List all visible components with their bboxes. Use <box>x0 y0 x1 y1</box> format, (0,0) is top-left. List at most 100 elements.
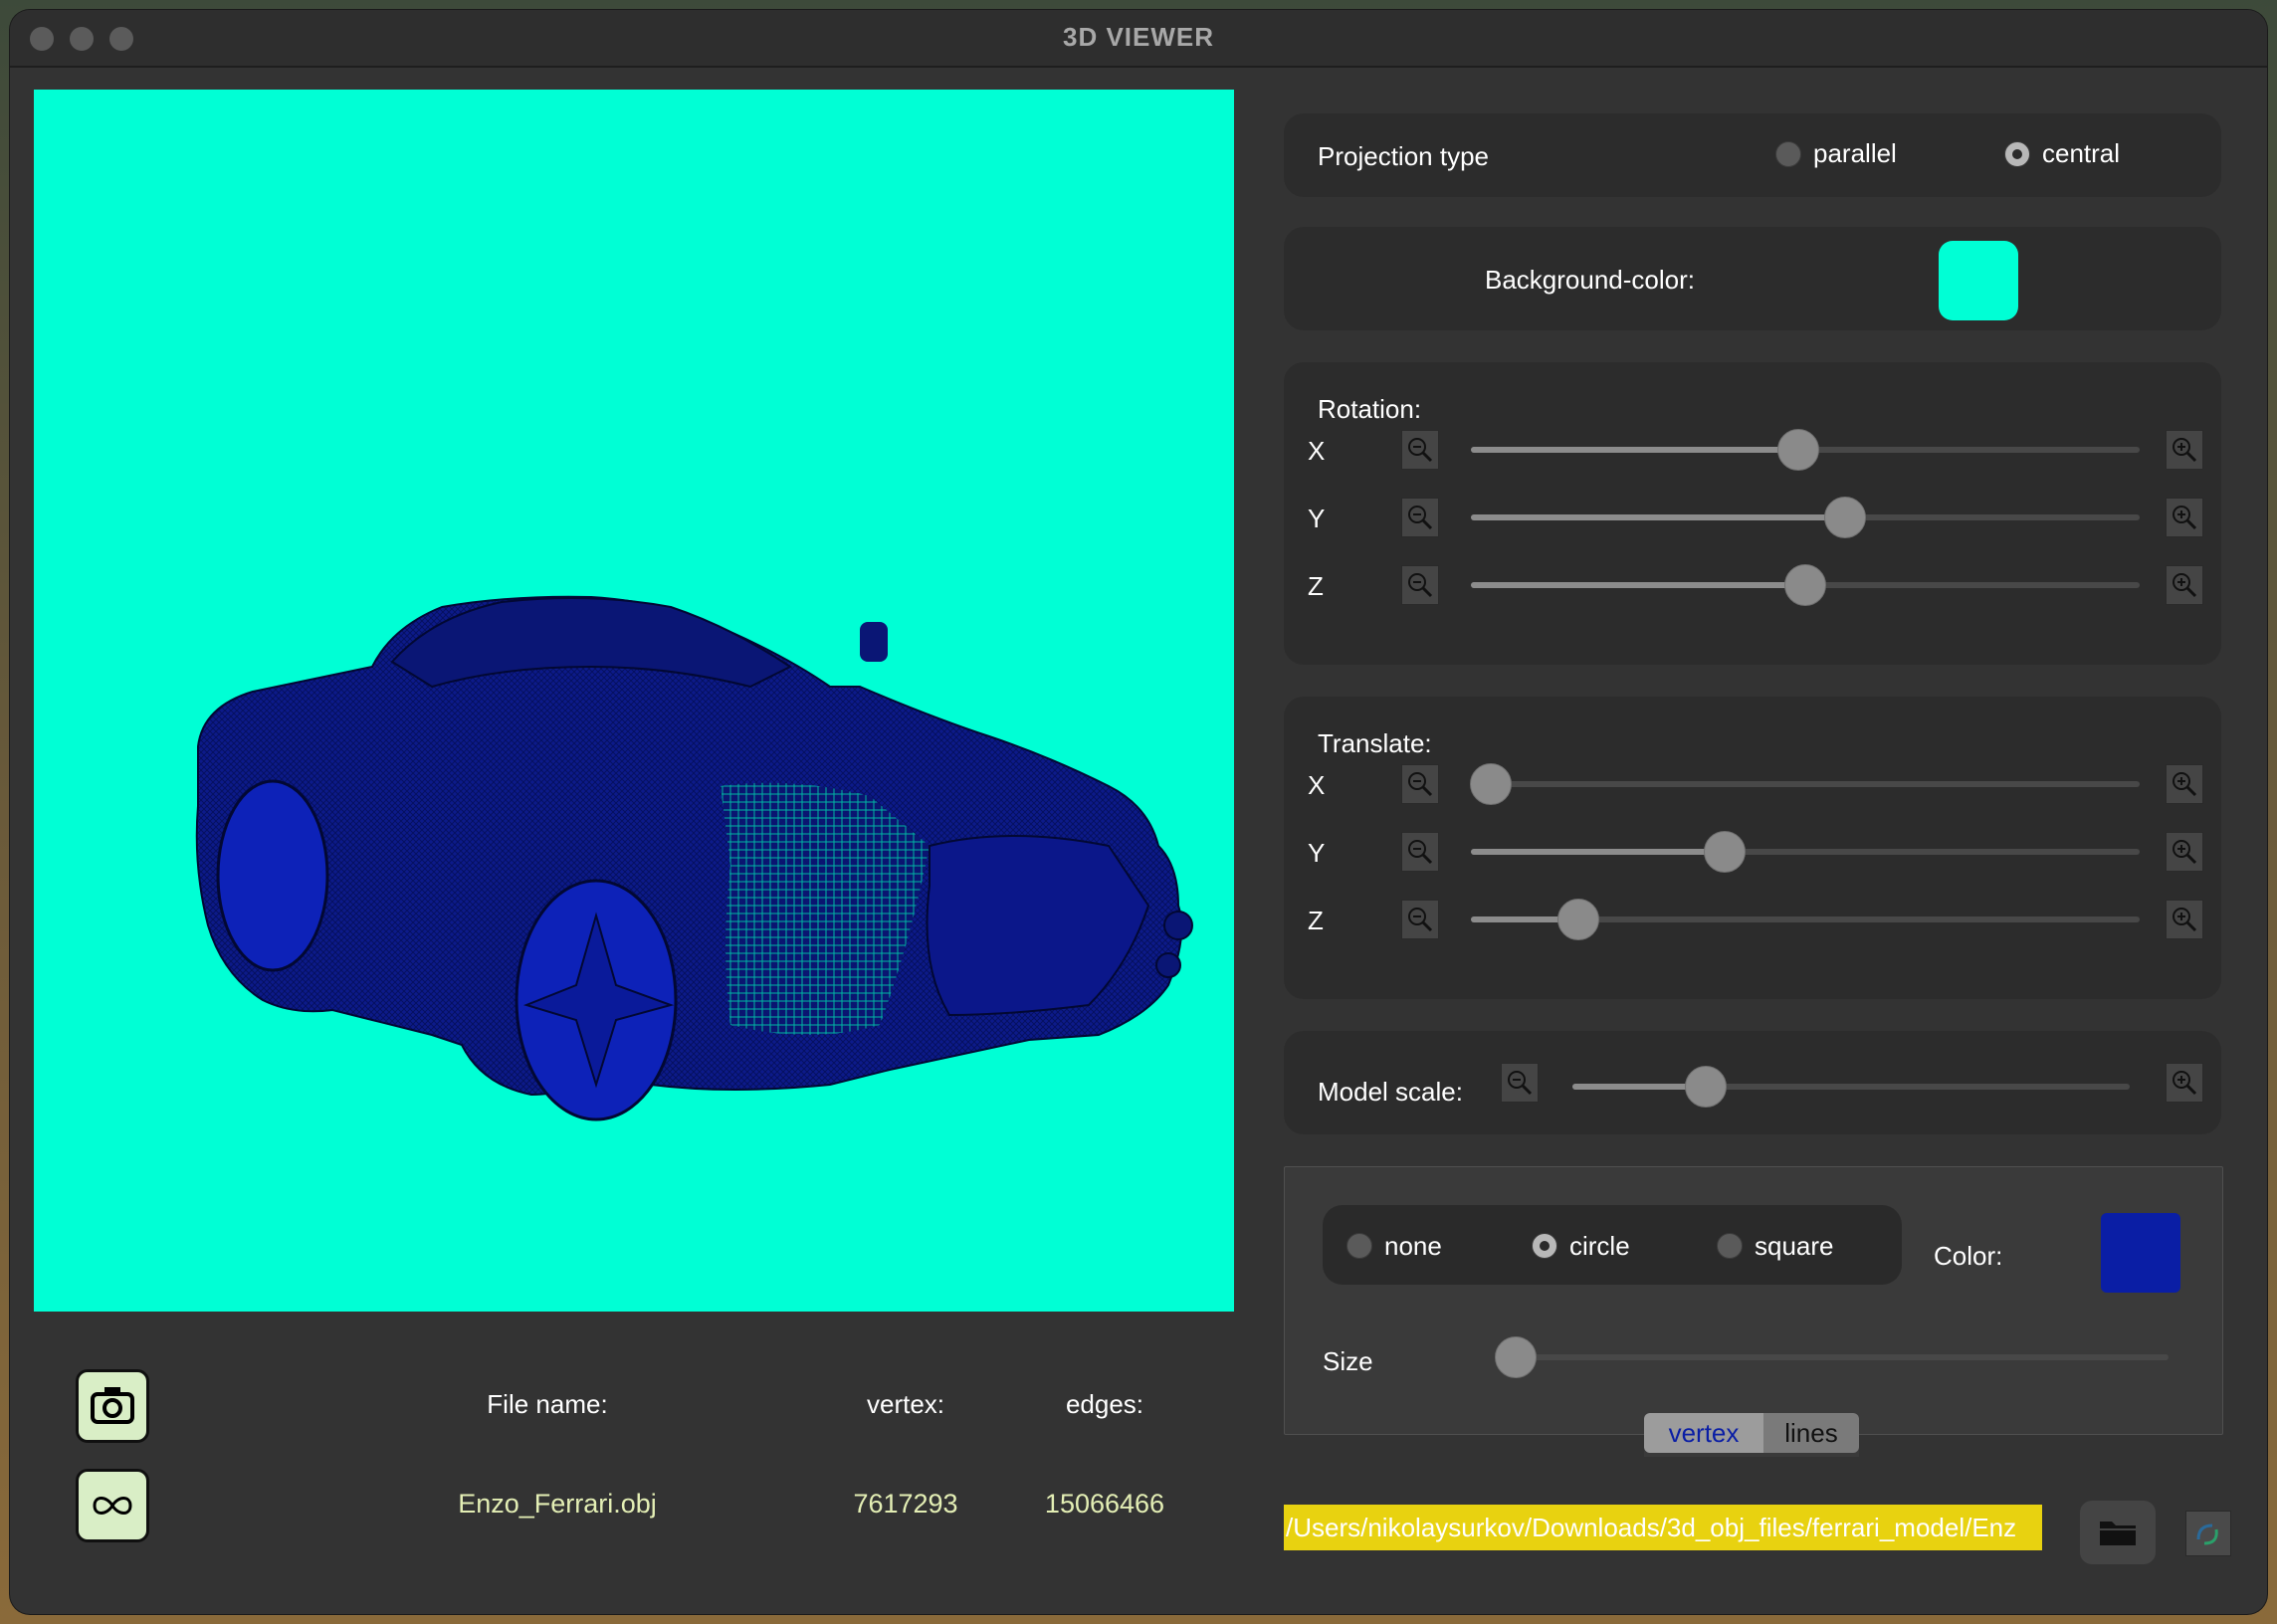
translate-y-increase-button[interactable] <box>2166 832 2203 872</box>
render-icon <box>2196 1523 2218 1545</box>
translate-x-slider[interactable] <box>1470 763 2140 805</box>
zoom-in-icon <box>2173 506 2197 530</box>
zoom-out-icon <box>1408 573 1433 598</box>
rotation-y-increase-button[interactable] <box>2166 498 2203 537</box>
render-button[interactable] <box>2185 1511 2231 1556</box>
edges-count-label: edges: <box>1065 1389 1144 1419</box>
zoom-out-icon <box>1408 506 1433 530</box>
translate-z-slider[interactable] <box>1471 899 2140 940</box>
rotation-x-slider[interactable] <box>1471 429 2140 471</box>
vertex-settings-panel: none circle square Color: Size <box>1284 1166 2223 1435</box>
vertex-count-label: vertex: <box>866 1389 945 1419</box>
translate-x-increase-button[interactable] <box>2166 764 2203 804</box>
scale-panel: Model scale: <box>1284 1031 2221 1134</box>
zoom-out-icon <box>1408 840 1433 865</box>
translate-z-label: Z <box>1308 906 1324 935</box>
vertex-none-label: none <box>1384 1231 1442 1261</box>
zoom-out-icon <box>1408 438 1433 463</box>
rotation-panel: Rotation: X Y Z <box>1284 362 2221 665</box>
scale-slider[interactable] <box>1572 1066 2130 1108</box>
rotation-z-increase-button[interactable] <box>2166 565 2203 605</box>
model-viewport[interactable] <box>34 90 1234 1312</box>
scale-increase-button[interactable] <box>2166 1063 2203 1103</box>
model-scale-label: Model scale: <box>1318 1077 1463 1107</box>
translate-x-decrease-button[interactable] <box>1401 764 1439 804</box>
rotation-y-slider[interactable] <box>1471 497 2140 538</box>
vertex-count-value: 7617293 <box>853 1489 958 1519</box>
open-file-button[interactable] <box>2080 1501 2156 1564</box>
rotation-x-decrease-button[interactable] <box>1401 430 1439 470</box>
zoom-in-icon <box>2173 772 2197 797</box>
file-path-text: /Users/nikolaysurkov/Downloads/3d_obj_fi… <box>1286 1513 2017 1542</box>
projection-label: Projection type <box>1318 141 1489 171</box>
rotation-z-decrease-button[interactable] <box>1401 565 1439 605</box>
background-color-label: Background-color: <box>1485 265 1695 295</box>
camera-icon <box>91 1387 134 1424</box>
zoom-in-icon <box>2173 840 2197 865</box>
vertex-size-label: Size <box>1323 1346 1373 1376</box>
zoom-in-icon <box>2173 908 2197 932</box>
scale-slider-handle[interactable] <box>1685 1066 1728 1108</box>
zoom-out-icon <box>1408 908 1433 932</box>
translate-z-decrease-button[interactable] <box>1401 900 1439 939</box>
vertex-size-slider[interactable] <box>1495 1336 2169 1378</box>
tab-lines[interactable]: lines <box>1763 1413 1859 1453</box>
gif-record-button[interactable] <box>76 1469 149 1542</box>
window-title: 3D VIEWER <box>1062 22 1215 52</box>
title-bar: 3D VIEWER <box>10 10 2267 68</box>
app-window: 3D VIEWER File name: vertex: edges: Enzo… <box>10 10 2267 1614</box>
translate-y-label: Y <box>1308 838 1326 868</box>
rotation-x-slider-handle[interactable] <box>1777 429 1820 471</box>
vertex-size-slider-handle[interactable] <box>1495 1336 1538 1378</box>
rotation-z-slider-handle[interactable] <box>1784 564 1826 606</box>
translate-y-decrease-button[interactable] <box>1401 832 1439 872</box>
rotation-x-label: X <box>1308 436 1326 466</box>
zoom-in-icon <box>2173 1071 2197 1096</box>
file-name-value: Enzo_Ferrari.obj <box>458 1489 657 1519</box>
vertex-square-label: square <box>1755 1231 1834 1261</box>
rotation-z-label: Z <box>1308 571 1324 601</box>
rotation-y-decrease-button[interactable] <box>1401 498 1439 537</box>
central-radio[interactable] <box>2004 141 2030 167</box>
infinity-icon <box>93 1497 132 1515</box>
tabs-bar: vertex lines <box>1644 1403 1859 1457</box>
translate-x-slider-handle[interactable] <box>1470 763 1513 805</box>
zoom-in-icon <box>2173 573 2197 598</box>
ferrari-wireframe-model <box>195 595 1193 1121</box>
parallel-label: parallel <box>1813 138 1897 168</box>
translate-panel: Translate: X Y Z <box>1284 697 2221 999</box>
translate-x-label: X <box>1308 770 1326 800</box>
central-label: central <box>2042 138 2121 168</box>
tab-vertex[interactable]: vertex <box>1644 1413 1763 1453</box>
parallel-radio[interactable] <box>1775 141 1801 167</box>
vertex-circle-radio[interactable] <box>1532 1233 1557 1259</box>
vertex-circle-label: circle <box>1569 1231 1630 1261</box>
rotation-label: Rotation: <box>1318 394 1422 424</box>
vertex-color-label: Color: <box>1934 1241 2003 1271</box>
background-color-swatch[interactable] <box>1939 241 2018 320</box>
vertex-square-radio[interactable] <box>1717 1233 1743 1259</box>
vertex-type-group: none circle square <box>1323 1205 1902 1285</box>
edges-count-value: 15066466 <box>1044 1489 1165 1519</box>
rotation-y-slider-handle[interactable] <box>1824 497 1867 538</box>
zoom-in-icon <box>2173 438 2197 463</box>
translate-y-slider[interactable] <box>1471 831 2140 873</box>
zoom-out-icon <box>1508 1071 1533 1096</box>
screenshot-button[interactable] <box>76 1369 149 1443</box>
file-path-field[interactable]: /Users/nikolaysurkov/Downloads/3d_obj_fi… <box>1284 1505 2042 1550</box>
translate-label: Translate: <box>1318 728 1432 758</box>
scale-decrease-button[interactable] <box>1501 1063 1539 1103</box>
vertex-color-swatch[interactable] <box>2101 1213 2180 1293</box>
rotation-y-label: Y <box>1308 504 1326 533</box>
folder-icon <box>2100 1522 2136 1545</box>
projection-panel: Projection type parallel central <box>1284 113 2221 197</box>
vertex-none-radio[interactable] <box>1346 1233 1372 1259</box>
rotation-z-slider[interactable] <box>1471 564 2140 606</box>
translate-z-slider-handle[interactable] <box>1556 899 1599 940</box>
background-color-panel: Background-color: <box>1284 227 2221 330</box>
rotation-x-increase-button[interactable] <box>2166 430 2203 470</box>
translate-y-slider-handle[interactable] <box>1704 831 1747 873</box>
zoom-out-icon <box>1408 772 1433 797</box>
file-name-label: File name: <box>487 1389 608 1419</box>
translate-z-increase-button[interactable] <box>2166 900 2203 939</box>
